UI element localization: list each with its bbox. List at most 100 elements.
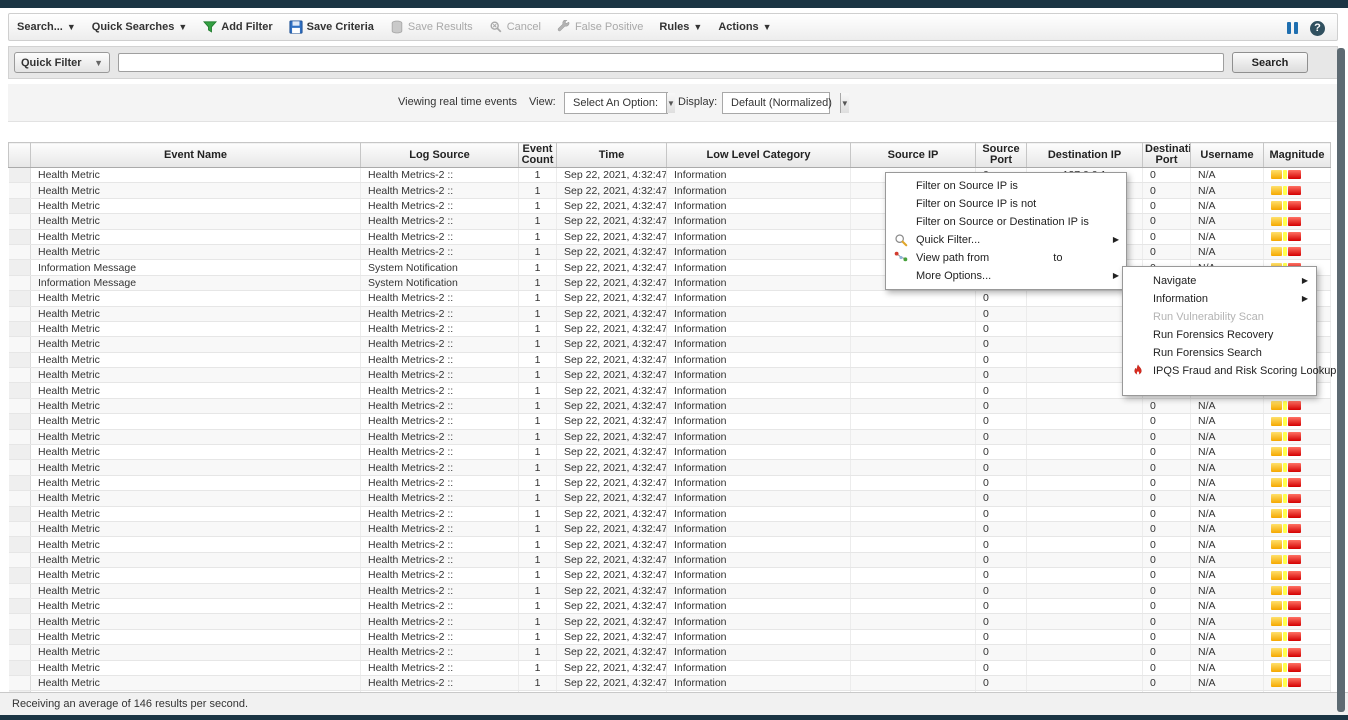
column-header-category[interactable]: Low Level Category (667, 143, 851, 168)
cell-log_source: Health Metrics-2 :: (361, 183, 519, 198)
table-row[interactable]: Health MetricHealth Metrics-2 ::1Sep 22,… (9, 168, 1331, 183)
cell-count: 1 (519, 275, 557, 290)
cell-log_source: Health Metrics-2 :: (361, 537, 519, 552)
table-row[interactable]: Health MetricHealth Metrics-2 ::1Sep 22,… (9, 521, 1331, 536)
column-header-source_ip[interactable]: Source IP (851, 143, 976, 168)
table-row[interactable]: Health MetricHealth Metrics-2 ::1Sep 22,… (9, 460, 1331, 475)
table-row[interactable]: Health MetricHealth Metrics-2 ::1Sep 22,… (9, 552, 1331, 567)
table-row[interactable]: Health MetricHealth Metrics-2 ::1Sep 22,… (9, 629, 1331, 644)
table-row[interactable]: Health MetricHealth Metrics-2 ::1Sep 22,… (9, 614, 1331, 629)
column-header-time[interactable]: Time (557, 143, 667, 168)
flame-icon (1131, 364, 1145, 378)
cell-dest_ip (1027, 491, 1143, 506)
save-criteria-button[interactable]: Save Criteria (289, 20, 374, 34)
cell-magnitude (1264, 445, 1331, 460)
submenu-item-information[interactable]: Information ▶ (1123, 290, 1316, 308)
table-row[interactable]: Health MetricHealth Metrics-2 ::1Sep 22,… (9, 429, 1331, 444)
cell-category: Information (667, 368, 851, 383)
add-filter-button[interactable]: Add Filter (203, 20, 272, 34)
cell-count: 1 (519, 475, 557, 490)
table-row[interactable]: Health MetricHealth Metrics-2 ::1Sep 22,… (9, 568, 1331, 583)
cell-source_port: 0 (976, 552, 1027, 567)
column-header-magnitude[interactable]: Magnitude (1264, 143, 1331, 168)
cell-source_ip (851, 506, 976, 521)
quick-searches-menu-button[interactable]: Quick Searches ▼ (92, 21, 187, 33)
menu-item-filter-source-or-destination-ip[interactable]: Filter on Source or Destination IP is (886, 213, 1126, 231)
column-header-dest_port[interactable]: Destination Port (1143, 143, 1191, 168)
menu-item-quick-filter[interactable]: Quick Filter... ▶ (886, 231, 1126, 249)
save-results-button[interactable]: Save Results (390, 20, 473, 34)
cell-dest_ip (1027, 506, 1143, 521)
cell-log_source: System Notification (361, 275, 519, 290)
column-header-log_source[interactable]: Log Source (361, 143, 519, 168)
table-header-row: Event NameLog SourceEvent CountTimeLow L… (9, 143, 1331, 168)
search-menu-button[interactable]: Search... ▼ (17, 21, 76, 33)
submenu-item-run-vulnerability-scan[interactable]: Run Vulnerability Scan (1123, 308, 1316, 326)
table-row[interactable]: Health MetricHealth Metrics-2 ::1Sep 22,… (9, 645, 1331, 660)
magnitude-bar (1271, 168, 1301, 182)
column-header-dest_ip[interactable]: Destination IP (1027, 143, 1143, 168)
cell-category: Information (667, 552, 851, 567)
table-row[interactable]: Health MetricHealth Metrics-2 ::1Sep 22,… (9, 398, 1331, 413)
display-select[interactable]: Default (Normalized) ▼ (722, 92, 830, 114)
funnel-icon (203, 20, 217, 34)
menu-item-filter-source-ip-is[interactable]: Filter on Source IP is (886, 177, 1126, 195)
cell-event_name: Health Metric (31, 291, 361, 306)
pause-icon[interactable] (1287, 22, 1298, 34)
magnitude-bar (1271, 476, 1301, 490)
quick-filter-input[interactable] (118, 53, 1224, 72)
menu-item-more-options[interactable]: More Options... ▶ (886, 267, 1126, 285)
magnitude-bar (1271, 614, 1301, 628)
menu-item-view-path[interactable]: View path from to (886, 249, 1126, 267)
cell-dest_ip (1027, 629, 1143, 644)
table-row[interactable]: Health MetricHealth Metrics-2 ::1Sep 22,… (9, 675, 1331, 690)
table-row[interactable]: Health MetricHealth Metrics-2 ::1Sep 22,… (9, 244, 1331, 259)
table-row[interactable]: Health MetricHealth Metrics-2 ::1Sep 22,… (9, 506, 1331, 521)
table-row[interactable]: Health MetricHealth Metrics-2 ::1Sep 22,… (9, 537, 1331, 552)
help-icon[interactable]: ? (1310, 21, 1325, 36)
view-select[interactable]: Select An Option: ▼ (564, 92, 668, 114)
table-row[interactable]: Health MetricHealth Metrics-2 ::1Sep 22,… (9, 475, 1331, 490)
submenu-item-run-forensics-search[interactable]: Run Forensics Search (1123, 344, 1316, 362)
cell-username: N/A (1191, 214, 1264, 229)
column-header-username[interactable]: Username (1191, 143, 1264, 168)
table-row[interactable]: Health MetricHealth Metrics-2 ::1Sep 22,… (9, 598, 1331, 613)
vertical-scrollbar[interactable] (1337, 48, 1345, 712)
cell-gutter (9, 260, 31, 275)
cell-source_ip (851, 552, 976, 567)
cell-count: 1 (519, 214, 557, 229)
column-header-event_name[interactable]: Event Name (31, 143, 361, 168)
cell-gutter (9, 183, 31, 198)
table-row[interactable]: Health MetricHealth Metrics-2 ::1Sep 22,… (9, 660, 1331, 675)
menu-item-filter-source-ip-is-not[interactable]: Filter on Source IP is not (886, 195, 1126, 213)
cell-log_source: Health Metrics-2 :: (361, 168, 519, 183)
cell-category: Information (667, 521, 851, 536)
cell-gutter (9, 198, 31, 213)
column-header-source_port[interactable]: Source Port (976, 143, 1027, 168)
search-button[interactable]: Search (1232, 52, 1308, 73)
table-row[interactable]: Health MetricHealth Metrics-2 ::1Sep 22,… (9, 414, 1331, 429)
submenu-item-run-forensics-recovery[interactable]: Run Forensics Recovery (1123, 326, 1316, 344)
actions-menu-button[interactable]: Actions ▼ (718, 21, 771, 33)
filter-mode-dropdown[interactable]: Quick Filter ▼ (14, 52, 110, 73)
submenu-item-navigate[interactable]: Navigate ▶ (1123, 272, 1316, 290)
cancel-button[interactable]: Cancel (489, 20, 541, 34)
table-row[interactable]: Health MetricHealth Metrics-2 ::1Sep 22,… (9, 229, 1331, 244)
table-row[interactable]: Health MetricHealth Metrics-2 ::1Sep 22,… (9, 445, 1331, 460)
table-row[interactable]: Health MetricHealth Metrics-2 ::1Sep 22,… (9, 183, 1331, 198)
cell-log_source: Health Metrics-2 :: (361, 521, 519, 536)
table-row[interactable]: Health MetricHealth Metrics-2 ::1Sep 22,… (9, 198, 1331, 213)
submenu-item-ipqs-lookup[interactable]: IPQS Fraud and Risk Scoring Lookup (1123, 362, 1316, 380)
cell-count: 1 (519, 168, 557, 183)
table-row[interactable]: Health MetricHealth Metrics-2 ::1Sep 22,… (9, 491, 1331, 506)
rules-menu-button[interactable]: Rules ▼ (659, 21, 702, 33)
cell-log_source: Health Metrics-2 :: (361, 291, 519, 306)
caret-down-icon: ▼ (67, 22, 76, 32)
table-row[interactable]: Health MetricHealth Metrics-2 ::1Sep 22,… (9, 583, 1331, 598)
table-row[interactable]: Health MetricHealth Metrics-2 ::1Sep 22,… (9, 214, 1331, 229)
false-positive-button[interactable]: False Positive (557, 20, 643, 34)
column-header-count[interactable]: Event Count (519, 143, 557, 168)
caret-down-icon: ▼ (666, 93, 675, 113)
caret-down-icon: ▼ (94, 58, 103, 68)
cell-count: 1 (519, 229, 557, 244)
